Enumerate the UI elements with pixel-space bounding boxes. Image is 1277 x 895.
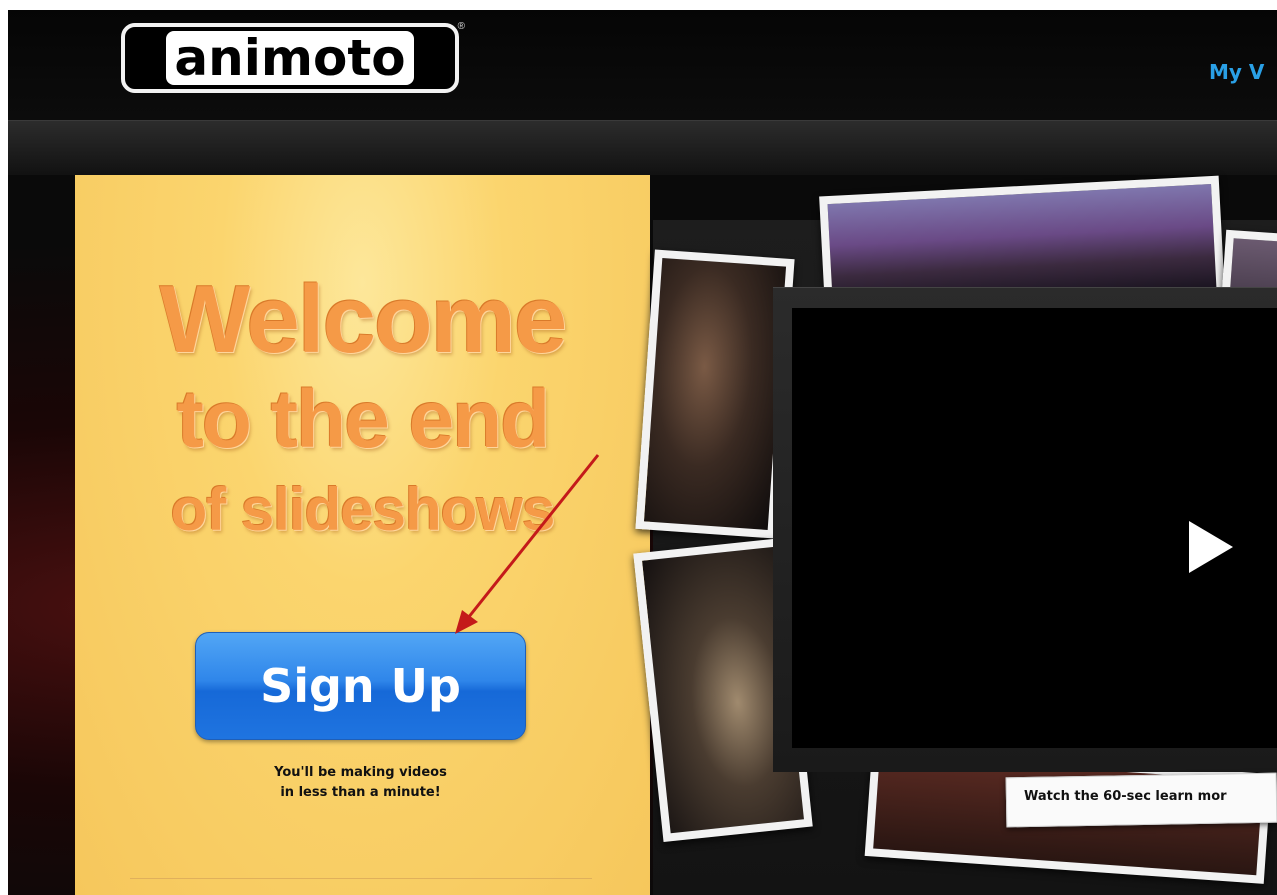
headline-welcome: Welcome xyxy=(159,266,568,373)
headline-of-slideshows: of slideshows xyxy=(170,476,556,543)
tagline-line-1: You'll be making videos xyxy=(274,765,447,780)
logo-text: animoto xyxy=(166,31,414,85)
video-screen[interactable] xyxy=(792,308,1277,748)
panel-divider xyxy=(130,878,592,879)
nav-bar xyxy=(8,120,1277,176)
left-margin xyxy=(0,0,8,895)
site-header: animoto ® xyxy=(8,10,1277,120)
top-margin xyxy=(0,0,1277,10)
welcome-panel: Welcome to the end of slideshows Sign Up… xyxy=(75,175,650,895)
collage-photo-left-upper xyxy=(635,249,795,539)
nav-link-my-videos[interactable]: My V xyxy=(1209,60,1264,84)
tagline-line-2: in less than a minute! xyxy=(280,785,441,800)
animoto-logo[interactable]: animoto ® xyxy=(121,21,465,93)
signup-tagline: You'll be making videos in less than a m… xyxy=(195,763,526,803)
video-player xyxy=(773,287,1277,772)
headline-to-the-end: to the end xyxy=(176,374,551,465)
sign-up-button[interactable]: Sign Up xyxy=(195,632,526,740)
learn-more-link[interactable]: Watch the 60-sec learn mor xyxy=(1024,789,1227,804)
play-icon[interactable] xyxy=(1189,521,1233,573)
registered-mark: ® xyxy=(457,21,465,32)
